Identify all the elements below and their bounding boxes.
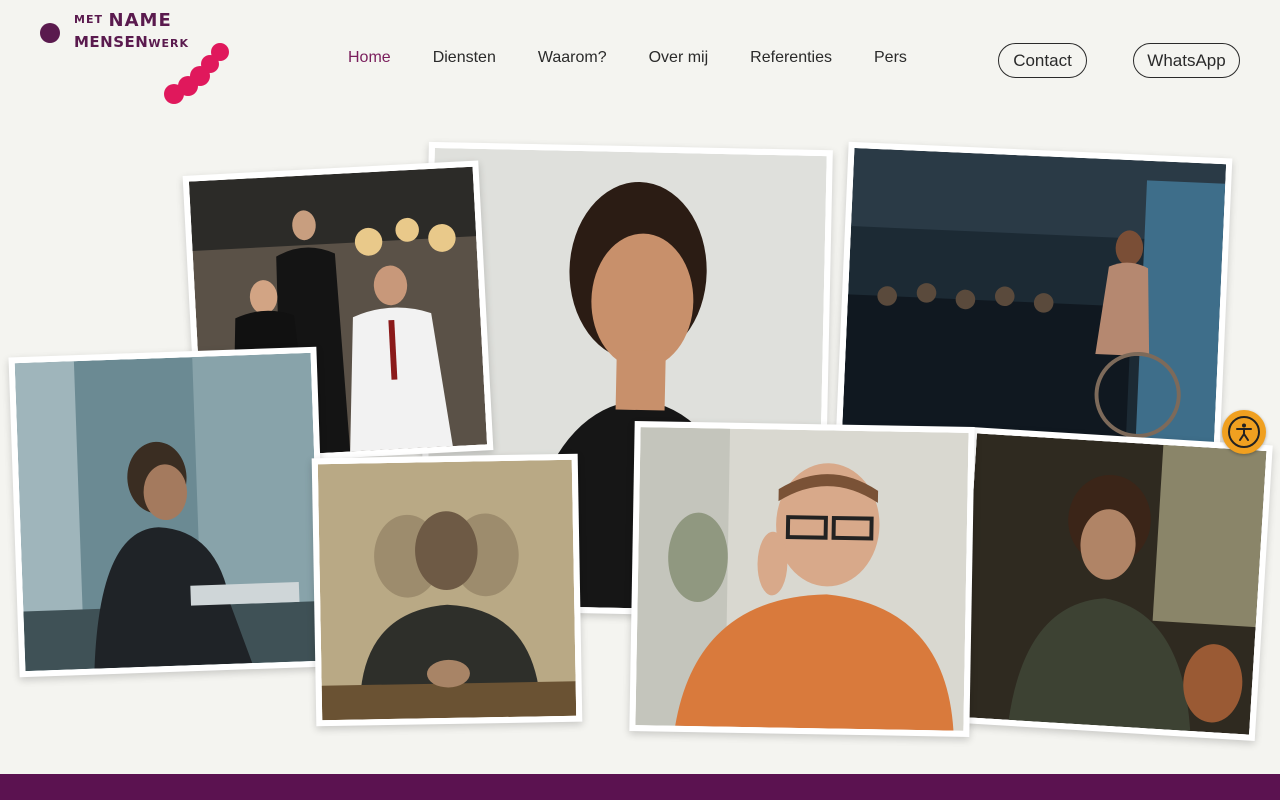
nav-waarom[interactable]: Waarom? bbox=[538, 49, 607, 67]
site-header: MET NAME MENSENWERK Home Diensten Waarom… bbox=[0, 0, 1280, 120]
whatsapp-button[interactable]: WhatsApp bbox=[1133, 43, 1240, 78]
main-nav: Home Diensten Waarom? Over mij Referenti… bbox=[348, 49, 907, 67]
logo-wordmark: MET NAME MENSENWERK bbox=[74, 12, 189, 50]
logo[interactable]: MET NAME MENSENWERK bbox=[38, 12, 238, 108]
nav-diensten[interactable]: Diensten bbox=[433, 49, 496, 67]
photo-man-curly-hair bbox=[953, 427, 1273, 741]
logo-name: NAME bbox=[108, 10, 172, 31]
nav-over-mij[interactable]: Over mij bbox=[649, 49, 709, 67]
photo-man-reflection bbox=[311, 453, 583, 727]
footer-band bbox=[0, 774, 1280, 800]
accessibility-button[interactable] bbox=[1222, 410, 1266, 454]
accessibility-icon bbox=[1228, 416, 1260, 448]
logo-werk: WERK bbox=[148, 37, 189, 50]
nav-referenties[interactable]: Referenties bbox=[750, 49, 832, 67]
logo-met: MET bbox=[74, 13, 103, 26]
logo-mensen: MENSEN bbox=[74, 33, 149, 51]
photo-man-laptop bbox=[8, 346, 328, 678]
nav-home[interactable]: Home bbox=[348, 49, 391, 67]
photo-woman-wheelchair bbox=[835, 141, 1233, 459]
contact-button[interactable]: Contact bbox=[998, 43, 1087, 78]
nav-pers[interactable]: Pers bbox=[874, 49, 907, 67]
photo-man-phone bbox=[629, 421, 975, 737]
